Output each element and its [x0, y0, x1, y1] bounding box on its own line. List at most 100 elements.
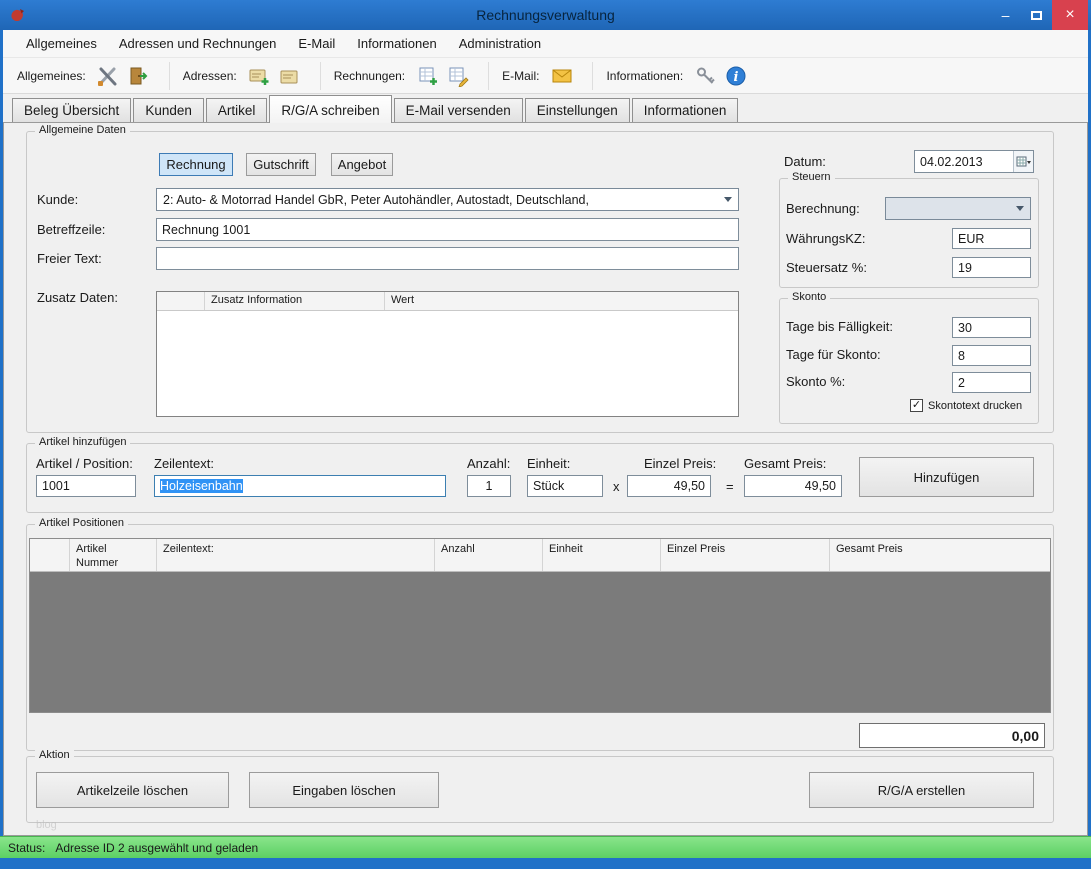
menu-adressen-und-rechnungen[interactable]: Adressen und Rechnungen: [108, 31, 288, 56]
exit-door-icon[interactable]: [126, 63, 151, 88]
tools-icon[interactable]: [96, 63, 121, 88]
berechnung-select[interactable]: [885, 197, 1031, 220]
summe-total-field[interactable]: 0,00: [859, 723, 1045, 748]
watermark: blog: [36, 819, 57, 831]
rechnung-button[interactable]: Rechnung: [159, 153, 233, 176]
column-header-row-selector[interactable]: [30, 539, 70, 571]
tage-fuer-skonto-value: 8: [958, 349, 965, 363]
toolbar-label: Allgemeines:: [17, 69, 86, 83]
tab-artikel[interactable]: Artikel: [206, 98, 268, 122]
tab-email-versenden[interactable]: E-Mail versenden: [394, 98, 523, 122]
freier-text-input[interactable]: [156, 247, 739, 270]
menu-informationen[interactable]: Informationen: [346, 31, 448, 56]
status-message: Adresse ID 2 ausgewählt und geladen: [55, 841, 258, 855]
datum-picker[interactable]: 04.02.2013: [914, 150, 1034, 173]
checkbox-checked-icon: ✓: [910, 399, 923, 412]
betreffzeile-input[interactable]: Rechnung 1001: [156, 218, 739, 241]
toolbar-label: Rechnungen:: [334, 69, 405, 83]
minimize-button[interactable]: –: [990, 0, 1021, 30]
toolbar: Allgemeines: Adressen: Rechnungen:: [3, 58, 1088, 94]
maximize-button[interactable]: [1021, 0, 1052, 30]
toolbar-group-allgemeines: Allgemeines:: [17, 62, 170, 90]
zusatz-daten-grid-body[interactable]: [157, 311, 738, 416]
invoice-add-icon[interactable]: [415, 63, 440, 88]
gutschrift-button[interactable]: Gutschrift: [246, 153, 316, 176]
artikel-position-input[interactable]: 1001: [36, 475, 136, 497]
menu-email[interactable]: E-Mail: [287, 31, 346, 56]
tage-bis-faelligkeit-label: Tage bis Fälligkeit:: [786, 319, 893, 334]
menu-bar: Allgemeines Adressen und Rechnungen E-Ma…: [3, 30, 1088, 58]
info-icon[interactable]: i: [723, 63, 748, 88]
column-header-anzahl[interactable]: Anzahl: [435, 539, 543, 571]
eingaben-loeschen-button[interactable]: Eingaben löschen: [249, 772, 439, 808]
group-title: Allgemeine Daten: [35, 124, 130, 136]
tage-bis-faelligkeit-value: 30: [958, 321, 972, 335]
einzel-preis-input[interactable]: 49,50: [627, 475, 711, 497]
close-button[interactable]: ×: [1052, 0, 1088, 30]
zusatz-daten-grid: Zusatz Information Wert: [156, 291, 739, 417]
betreffzeile-value: Rechnung 1001: [162, 223, 250, 237]
steuersatz-label: Steuersatz %:: [786, 260, 867, 275]
gesamt-preis-label: Gesamt Preis:: [744, 456, 826, 471]
positionen-grid-body[interactable]: [30, 572, 1050, 712]
group-title: Artikel Positionen: [35, 517, 128, 529]
zeilentext-label: Zeilentext:: [154, 456, 214, 471]
artikel-position-label: Artikel / Position:: [36, 456, 133, 471]
hinzufuegen-button[interactable]: Hinzufügen: [859, 457, 1034, 497]
column-header-einzel-preis[interactable]: Einzel Preis: [661, 539, 830, 571]
waehrungskz-input[interactable]: EUR: [952, 228, 1031, 249]
artikelzeile-loeschen-button[interactable]: Artikelzeile löschen: [36, 772, 229, 808]
status-bar: Status: Adresse ID 2 ausgewählt und gela…: [0, 836, 1091, 858]
tab-einstellungen[interactable]: Einstellungen: [525, 98, 630, 122]
group-title: Aktion: [35, 749, 74, 761]
address-add-icon[interactable]: [247, 63, 272, 88]
tab-rga-schreiben[interactable]: R/G/A schreiben: [269, 95, 391, 123]
zeilentext-input[interactable]: Holzeisenbahn: [154, 475, 446, 497]
tage-bis-faelligkeit-input[interactable]: 30: [952, 317, 1031, 338]
email-icon[interactable]: [549, 63, 574, 88]
menu-administration[interactable]: Administration: [448, 31, 552, 56]
group-aktion: Aktion Artikelzeile löschen Eingaben lös…: [26, 756, 1054, 823]
column-header-zeilentext[interactable]: Zeilentext:: [157, 539, 435, 571]
summe-total-value: 0,00: [1012, 728, 1039, 744]
chevron-down-icon: [724, 197, 732, 202]
tab-page-rga-schreiben: Allgemeine Daten Rechnung Gutschrift Ang…: [3, 122, 1088, 836]
skonto-prozent-label: Skonto %:: [786, 374, 845, 389]
kunde-select[interactable]: 2: Auto- & Motorrad Handel GbR, Peter Au…: [156, 188, 739, 211]
calendar-icon: [1016, 156, 1032, 168]
skontotext-drucken-checkbox[interactable]: ✓ Skontotext drucken: [910, 399, 1022, 412]
column-header-row-selector[interactable]: [157, 292, 205, 310]
gesamt-preis-input[interactable]: 49,50: [744, 475, 842, 497]
close-icon: ×: [1065, 6, 1074, 24]
minimize-icon: –: [1002, 7, 1010, 23]
column-header-zusatz-information[interactable]: Zusatz Information: [205, 292, 385, 310]
toolbar-label: Adressen:: [183, 69, 237, 83]
column-header-wert[interactable]: Wert: [385, 292, 738, 310]
group-title: Skonto: [788, 291, 830, 303]
berechnung-label: Berechnung:: [786, 201, 860, 216]
skonto-prozent-input[interactable]: 2: [952, 372, 1031, 393]
invoice-edit-icon[interactable]: [445, 63, 470, 88]
zeilentext-value-selected: Holzeisenbahn: [160, 479, 243, 493]
menu-allgemeines[interactable]: Allgemeines: [15, 31, 108, 56]
column-header-gesamt-preis[interactable]: Gesamt Preis: [830, 539, 1050, 571]
einzel-preis-value: 49,50: [674, 479, 705, 493]
tab-kunden[interactable]: Kunden: [133, 98, 204, 122]
datum-value: 04.02.2013: [915, 153, 1013, 171]
tage-fuer-skonto-input[interactable]: 8: [952, 345, 1031, 366]
einheit-label: Einheit:: [527, 456, 570, 471]
column-header-einheit[interactable]: Einheit: [543, 539, 661, 571]
rga-erstellen-button[interactable]: R/G/A erstellen: [809, 772, 1034, 808]
column-header-artikel-nummer[interactable]: Artikel Nummer: [70, 539, 157, 571]
tab-beleg-uebersicht[interactable]: Beleg Übersicht: [12, 98, 131, 122]
tage-fuer-skonto-label: Tage für Skonto:: [786, 347, 881, 362]
key-icon[interactable]: [693, 63, 718, 88]
kunde-label: Kunde:: [37, 192, 78, 207]
einheit-input[interactable]: Stück: [527, 475, 603, 497]
steuersatz-input[interactable]: 19: [952, 257, 1031, 278]
tab-informationen[interactable]: Informationen: [632, 98, 739, 122]
anzahl-input[interactable]: 1: [467, 475, 511, 497]
calendar-dropdown-button[interactable]: [1013, 151, 1033, 172]
angebot-button[interactable]: Angebot: [331, 153, 393, 176]
address-icon[interactable]: [277, 63, 302, 88]
